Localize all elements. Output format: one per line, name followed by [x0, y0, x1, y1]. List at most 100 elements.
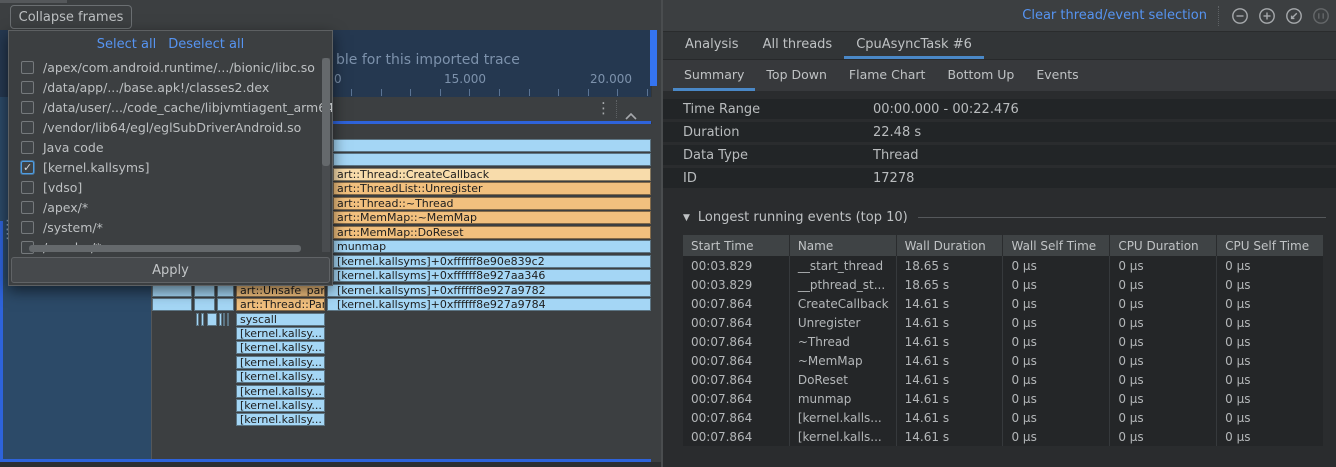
column-wall-self-time[interactable]: Wall Self Time	[1002, 235, 1109, 256]
flame-bar[interactable]: art::Thread::Park	[236, 298, 325, 311]
event-row[interactable]: 00:07.864 [kernel.kalls... 14.61 s 0 µs …	[683, 427, 1323, 446]
subtab-flame-chart[interactable]: Flame Chart	[838, 60, 937, 91]
checkbox[interactable]	[21, 141, 34, 154]
frame-filter-links: Select all Deselect all	[9, 31, 332, 57]
flame-bar[interactable]	[217, 298, 234, 311]
flame-bar[interactable]: art::Thread::CreateCallback	[333, 168, 651, 181]
summary-row: Duration 22.48 s	[663, 122, 1336, 142]
column-name[interactable]: Name	[789, 235, 896, 256]
reset-zoom-icon[interactable]	[1284, 6, 1303, 25]
checkbox[interactable]	[21, 181, 34, 194]
column-start-time[interactable]: Start Time	[683, 235, 789, 256]
events-section-header[interactable]: ▼ Longest running events (top 10)	[683, 210, 1326, 225]
flame-bar[interactable]	[219, 313, 222, 326]
flame-bar[interactable]	[333, 153, 651, 166]
flame-bar[interactable]: [kernel.kallsyms]+0xffffff8e927a9784	[327, 298, 651, 311]
dropdown-vertical-scrollbar[interactable]	[322, 58, 330, 252]
dropdown-vertical-scrollbar-thumb[interactable]	[322, 58, 330, 166]
checkbox[interactable]	[21, 201, 34, 214]
checkbox[interactable]	[21, 221, 34, 234]
flame-bar[interactable]: [kernel.kallsyms]+0xffffff8e927aa346	[333, 269, 651, 282]
flame-bar[interactable]: art::Thread::~Thread	[333, 197, 651, 210]
frame-filter-item[interactable]: [vdso]	[9, 177, 332, 197]
flame-bar[interactable]: [kernel.kallsy...	[236, 370, 325, 383]
subtab-summary[interactable]: Summary	[673, 60, 755, 91]
header-separator	[616, 100, 617, 118]
flame-bar[interactable]: [kernel.kallsy...	[236, 399, 325, 412]
flame-bar[interactable]: art::MemMap::~MemMap	[333, 211, 651, 224]
cpu-profiler-screen: Collapse frames ble for this imported tr…	[0, 0, 1336, 467]
subtab-top-down[interactable]: Top Down	[755, 60, 838, 91]
analysis-tab-bar: Analysis All threads CpuAsyncTask #6	[663, 32, 1336, 60]
frame-filter-item[interactable]: /system/*	[9, 217, 332, 237]
frame-selection-icon[interactable]	[1311, 6, 1330, 25]
event-row[interactable]: 00:07.864 ~Thread 14.61 s 0 µs 0 µs 0 µs	[683, 332, 1323, 351]
timeline-scrollbar-thumb[interactable]	[650, 30, 657, 86]
flame-bar[interactable]	[201, 313, 204, 326]
kebab-menu-icon[interactable]: ⋮	[596, 99, 611, 117]
flame-bar[interactable]: [kernel.kallsy...	[236, 385, 325, 398]
summary-value: 17278	[873, 171, 914, 186]
summary-row: Data Type Thread	[663, 145, 1336, 165]
event-row[interactable]: 00:07.864 munmap 14.61 s 0 µs 0 µs 0 µs	[683, 389, 1323, 408]
flame-bar[interactable]	[223, 313, 225, 326]
frame-filter-item[interactable]: /vendor/lib64/egl/eglSubDriverAndroid.so	[9, 117, 332, 137]
flame-bar[interactable]	[152, 298, 192, 311]
event-row[interactable]: 00:07.864 [kernel.kalls... 14.61 s 0 µs …	[683, 408, 1323, 427]
flame-bar[interactable]: syscall	[236, 313, 325, 326]
zoom-out-icon[interactable]	[1230, 6, 1249, 25]
subtab-events[interactable]: Events	[1025, 60, 1089, 91]
event-row[interactable]: 00:03.829 __start_thread 18.65 s 0 µs 0 …	[683, 256, 1323, 275]
collapse-frames-button[interactable]: Collapse frames	[10, 5, 132, 29]
checkbox[interactable]	[21, 81, 34, 94]
apply-button[interactable]: Apply	[11, 257, 330, 283]
checkbox[interactable]	[21, 161, 34, 174]
flame-bar[interactable]	[196, 313, 199, 326]
subtab-bottom-up[interactable]: Bottom Up	[936, 60, 1025, 91]
checkbox[interactable]	[21, 121, 34, 134]
zoom-in-icon[interactable]	[1257, 6, 1276, 25]
flame-bar[interactable]: [kernel.kallsyms]+0xffffff8e927a9782	[327, 284, 651, 297]
tab-cpuasynctask[interactable]: CpuAsyncTask #6	[844, 32, 984, 59]
flame-bar[interactable]	[333, 139, 651, 152]
event-wall-duration: 18.65 s	[896, 256, 1003, 275]
select-all-link[interactable]: Select all	[97, 37, 156, 52]
event-name: munmap	[789, 389, 896, 408]
collapse-triangle-icon[interactable]: ▼	[683, 213, 690, 223]
event-row[interactable]: 00:07.864 DoReset 14.61 s 0 µs 0 µs 0 µs	[683, 370, 1323, 389]
flame-bar[interactable]: [kernel.kallsy...	[236, 327, 325, 340]
flame-bar[interactable]: [kernel.kallsy...	[236, 356, 325, 369]
tab-all-threads[interactable]: All threads	[751, 32, 845, 59]
checkbox[interactable]	[21, 101, 34, 114]
event-row[interactable]: 00:07.864 Unregister 14.61 s 0 µs 0 µs 0…	[683, 313, 1323, 332]
column-cpu-self-time[interactable]: CPU Self Time	[1216, 235, 1323, 256]
checkbox[interactable]	[21, 61, 34, 74]
frame-filter-item[interactable]: /data/app/.../base.apk!/classes2.dex	[9, 77, 332, 97]
tab-analysis[interactable]: Analysis	[673, 32, 751, 59]
flame-bar[interactable]: [kernel.kallsy...	[236, 341, 325, 354]
ruler-tick-label: 0	[334, 72, 342, 86]
flame-bar[interactable]	[207, 313, 217, 326]
column-cpu-duration[interactable]: CPU Duration	[1109, 235, 1216, 256]
event-row[interactable]: 00:07.864 CreateCallback 14.61 s 0 µs 0 …	[683, 294, 1323, 313]
event-name: __start_thread	[789, 256, 896, 275]
event-cpu-self-time: 0 µs	[1216, 389, 1323, 408]
frame-filter-item[interactable]: /apex/*	[9, 197, 332, 217]
event-row[interactable]: 00:07.864 ~MemMap 14.61 s 0 µs 0 µs 0 µs	[683, 351, 1323, 370]
flame-bar[interactable]: munmap	[333, 240, 651, 253]
column-wall-duration[interactable]: Wall Duration	[896, 235, 1003, 256]
event-row[interactable]: 00:03.829 __pthread_st... 18.65 s 0 µs 0…	[683, 275, 1323, 294]
flame-bar[interactable]: [kernel.kallsyms]+0xffffff8e90e839c2	[333, 255, 651, 268]
frame-filter-item[interactable]: /data/user/.../code_cache/libjvmtiagent_…	[9, 97, 332, 117]
frame-filter-item[interactable]: /apex/com.android.runtime/.../bionic/lib…	[9, 57, 332, 77]
flame-bar[interactable]	[227, 313, 229, 326]
flame-bar[interactable]: art::MemMap::DoReset	[333, 226, 651, 239]
deselect-all-link[interactable]: Deselect all	[168, 37, 244, 52]
flame-bar[interactable]	[194, 298, 215, 311]
frame-filter-item[interactable]: Java code	[9, 137, 332, 157]
clear-selection-link[interactable]: Clear thread/event selection	[1022, 8, 1207, 23]
flame-bar[interactable]: [kernel.kallsy...	[236, 413, 325, 426]
dropdown-horizontal-scrollbar-thumb[interactable]	[29, 245, 301, 252]
frame-filter-item[interactable]: [kernel.kallsyms]	[9, 157, 332, 177]
flame-bar[interactable]: art::ThreadList::Unregister	[333, 182, 651, 195]
